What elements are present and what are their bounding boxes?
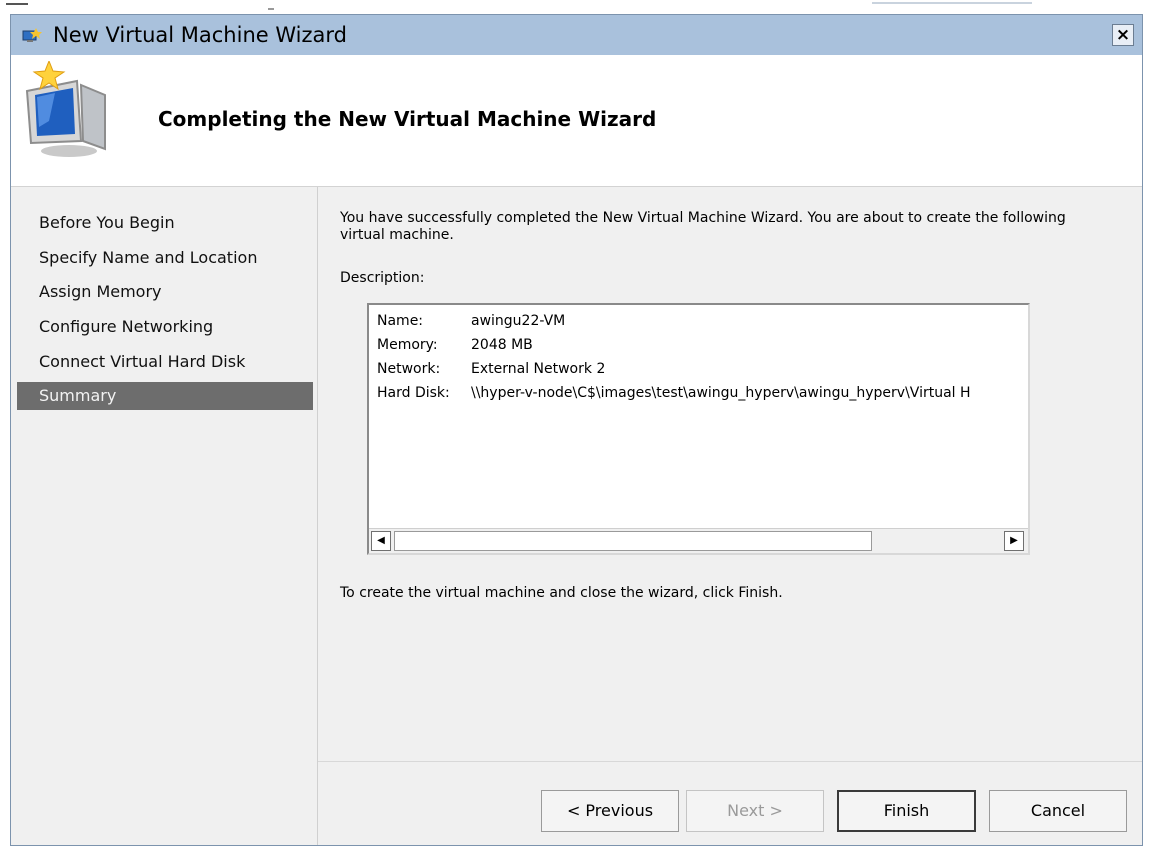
row-key: Memory:	[377, 337, 438, 353]
step-configure-networking[interactable]: Configure Networking	[17, 313, 313, 341]
new-virtual-machine-icon	[25, 61, 106, 157]
cancel-button[interactable]: Cancel	[989, 790, 1127, 832]
background-fragment	[268, 2, 274, 10]
completion-message: You have successfully completed the New …	[340, 210, 1066, 243]
description-row-name: Name: awingu22-VM	[377, 313, 565, 333]
previous-button[interactable]: < Previous	[541, 790, 679, 832]
row-value: awingu22-VM	[471, 313, 566, 329]
hyper-v-app-icon	[22, 28, 42, 42]
finish-button[interactable]: Finish	[837, 790, 976, 832]
background-taskbar-strip	[0, 0, 1150, 14]
row-value: \\hyper-v-node\C$\images\test\awingu_hyp…	[471, 385, 971, 401]
scroll-thumb[interactable]	[394, 531, 872, 551]
wizard-heading: Completing the New Virtual Machine Wizar…	[158, 107, 657, 131]
background-fragment	[872, 2, 1032, 5]
row-key: Network:	[377, 361, 441, 377]
step-specify-name-and-location[interactable]: Specify Name and Location	[17, 244, 313, 272]
window-title: New Virtual Machine Wizard	[53, 23, 347, 47]
description-row-memory: Memory: 2048 MB	[377, 337, 533, 357]
row-value: External Network 2	[471, 361, 606, 377]
background-fragment	[6, 3, 28, 8]
footer-divider	[318, 761, 1142, 762]
close-button[interactable]: ×	[1112, 24, 1134, 46]
description-row-hard-disk: Hard Disk: \\hyper-v-node\C$\images\test\…	[377, 385, 971, 405]
row-value: 2048 MB	[471, 337, 533, 353]
step-before-you-begin[interactable]: Before You Begin	[17, 209, 313, 237]
finish-instruction: To create the virtual machine and close …	[340, 585, 783, 601]
description-box[interactable]: Name: awingu22-VM Memory: 2048 MB Network:…	[367, 303, 1030, 555]
next-button[interactable]: Next >	[686, 790, 824, 832]
step-assign-memory[interactable]: Assign Memory	[17, 278, 313, 306]
scroll-left-button[interactable]: ◀	[371, 531, 391, 551]
wizard-window: New Virtual Machine Wizard × Completing …	[10, 14, 1143, 846]
step-connect-virtual-hard-disk[interactable]: Connect Virtual Hard Disk	[17, 348, 313, 376]
wizard-content: You have successfully completed the New …	[318, 187, 1142, 845]
step-summary[interactable]: Summary	[17, 382, 313, 410]
description-label: Description:	[340, 270, 425, 286]
row-key: Name:	[377, 313, 424, 329]
wizard-header: Completing the New Virtual Machine Wizar…	[11, 55, 1142, 187]
scroll-right-button[interactable]: ▶	[1004, 531, 1024, 551]
title-bar[interactable]: New Virtual Machine Wizard ×	[11, 15, 1142, 55]
row-key: Hard Disk:	[377, 385, 450, 401]
description-row-network: Network: External Network 2	[377, 361, 605, 381]
wizard-steps-sidebar: Before You Begin Specify Name and Locati…	[11, 187, 318, 845]
horizontal-scrollbar[interactable]: ◀ ▶	[369, 528, 1028, 553]
